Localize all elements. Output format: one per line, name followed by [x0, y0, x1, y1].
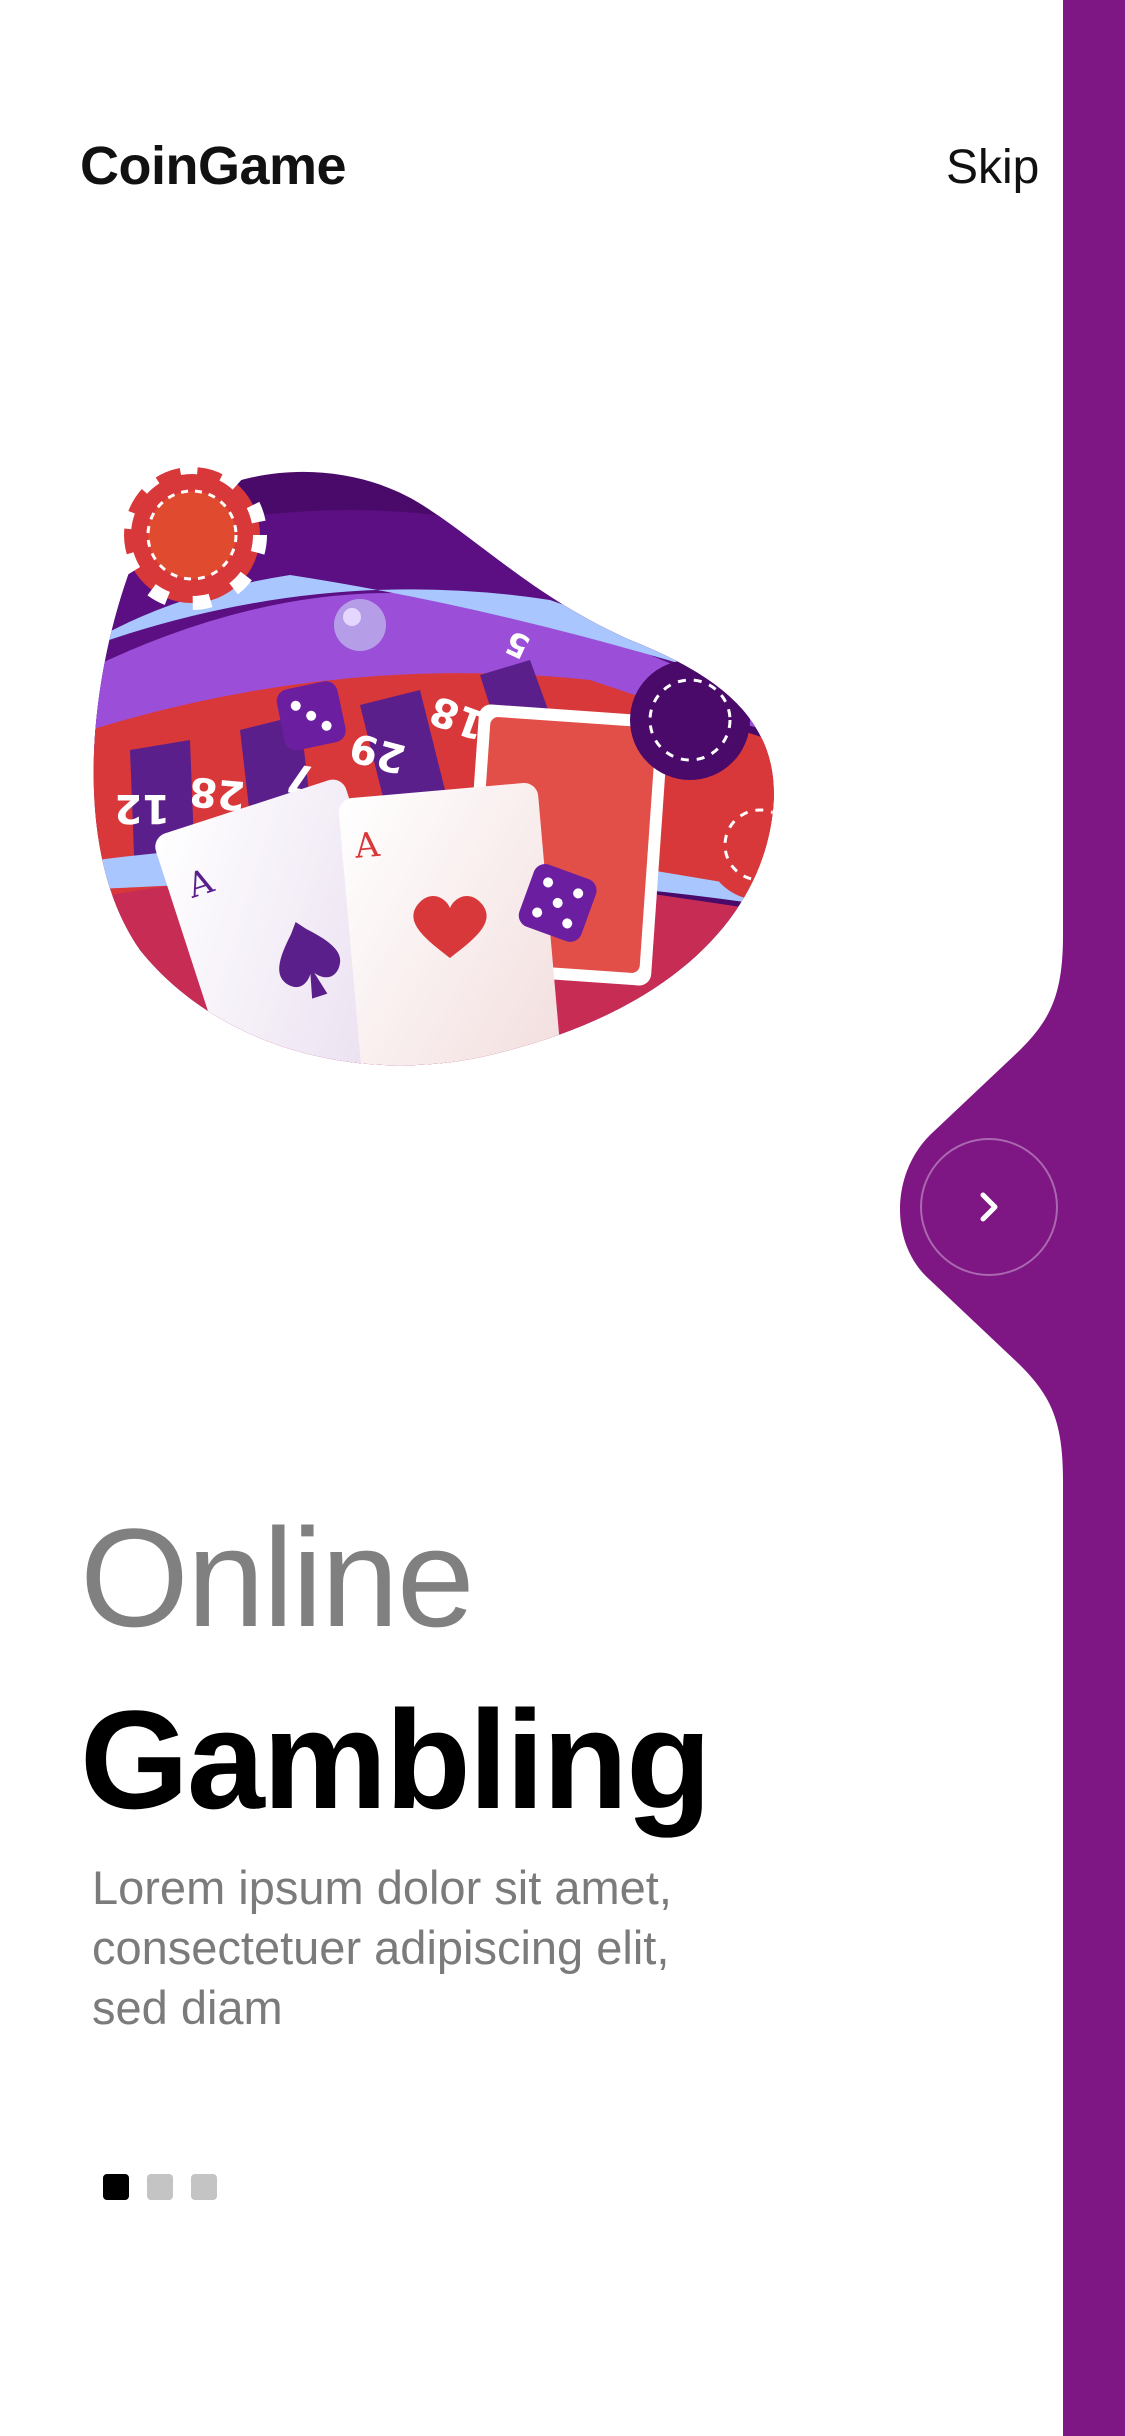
svg-text:A: A — [352, 825, 381, 867]
page-dot-3[interactable] — [191, 2174, 217, 2200]
description-text: Lorem ipsum dolor sit amet, consectetuer… — [92, 1861, 672, 2034]
page-dot-2[interactable] — [147, 2174, 173, 2200]
casino-illustration: 12 28 7 29 18 5 A A — [93, 460, 774, 1066]
headline-light: Online — [80, 1499, 475, 1656]
skip-button[interactable]: Skip — [946, 140, 1039, 195]
chevron-right-icon — [980, 1192, 998, 1222]
pagination-dots — [103, 2174, 217, 2200]
next-button[interactable] — [920, 1138, 1058, 1276]
svg-text:12: 12 — [114, 785, 170, 831]
page-dot-1[interactable] — [103, 2174, 129, 2200]
brand-logo: CoinGame — [80, 136, 347, 196]
casino-chip-icon — [117, 460, 267, 610]
headline-bold: Gambling — [80, 1681, 712, 1838]
